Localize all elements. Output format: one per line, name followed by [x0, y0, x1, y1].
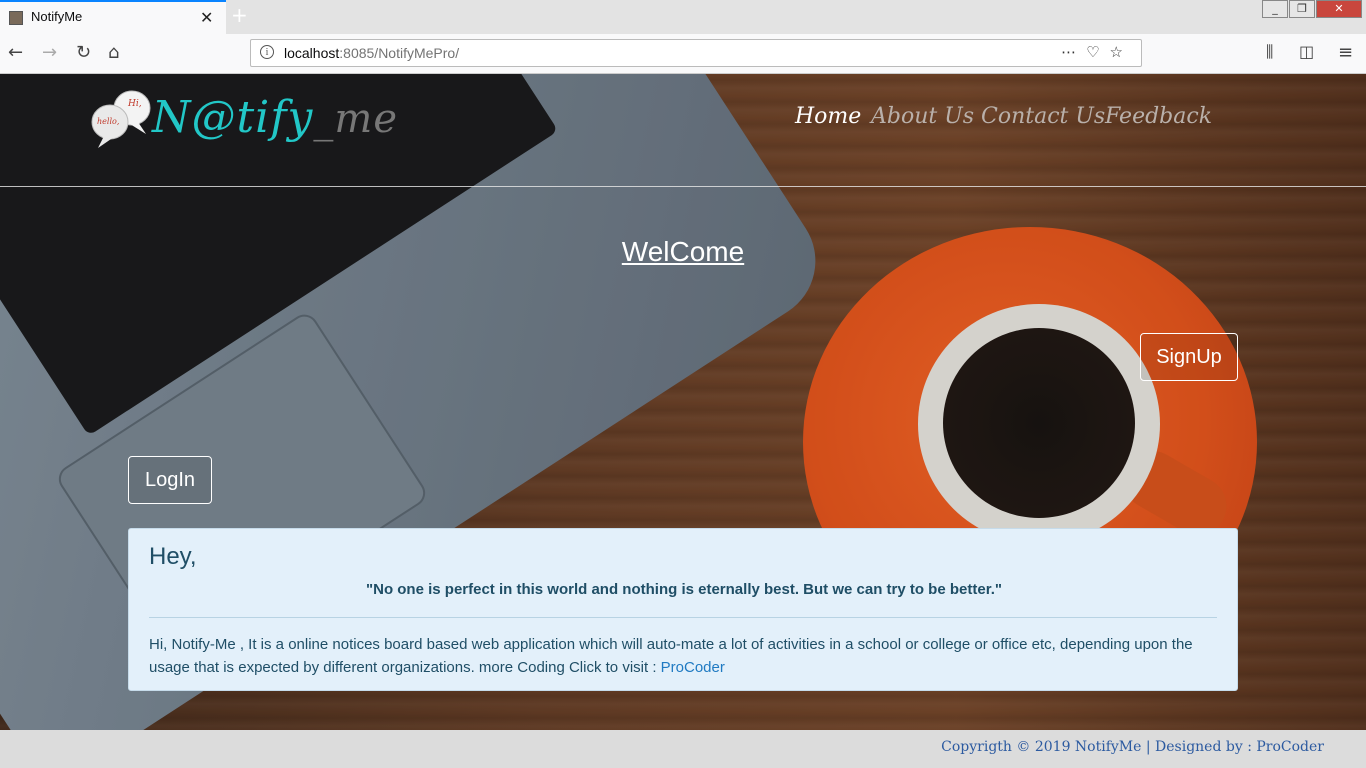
browser-tab-bar: NotifyMe ✕ + _ ❐ ✕	[0, 0, 1366, 34]
new-tab-icon[interactable]: +	[231, 3, 248, 27]
nav-feedback[interactable]: Feedback	[1105, 104, 1212, 129]
bookmark-star-icon[interactable]: ☆	[1110, 43, 1133, 61]
url-text: localhost:8085/NotifyMePro/	[284, 45, 459, 61]
card-body: Hi, Notify-Me , It is a online notices b…	[149, 633, 1219, 679]
close-tab-icon[interactable]: ✕	[200, 8, 213, 27]
browser-toolbar: ← → ↻ ⌂ i localhost:8085/NotifyMePro/ ⋯♡…	[0, 34, 1366, 74]
bubble-hi-text: Hi,	[127, 99, 142, 109]
logo-notify: N@tify	[152, 92, 314, 143]
header-divider	[0, 186, 1366, 187]
web-page: Hi, hello, N@tify_me Home About Us Conta…	[0, 74, 1366, 730]
forward-icon[interactable]: →	[42, 42, 57, 63]
library-icon[interactable]: ⫼	[1266, 42, 1273, 62]
menu-icon[interactable]: ≡	[1338, 42, 1353, 63]
restore-window-icon[interactable]: ❐	[1289, 0, 1315, 18]
minimize-window-icon[interactable]: _	[1262, 0, 1288, 18]
login-button[interactable]: LogIn	[128, 456, 212, 504]
page-actions-icon[interactable]: ⋯	[1061, 43, 1086, 61]
url-path: :8085/NotifyMePro/	[339, 45, 460, 61]
welcome-heading[interactable]: WelCome	[0, 236, 1366, 268]
nav-about-us[interactable]: About Us	[871, 104, 974, 129]
tab-title: NotifyMe	[31, 9, 83, 24]
logo-text: N@tify_me	[152, 92, 398, 143]
page-footer: Copyrigth © 2019 NotifyMe | Designed by …	[0, 730, 1366, 768]
footer-procoder-link[interactable]: ProCoder	[1256, 739, 1324, 755]
site-logo[interactable]: Hi, hello, N@tify_me	[90, 82, 397, 162]
back-icon[interactable]: ←	[8, 42, 23, 63]
close-window-icon[interactable]: ✕	[1316, 0, 1362, 18]
nav-home[interactable]: Home	[795, 104, 861, 129]
signup-button[interactable]: SignUp	[1140, 333, 1238, 381]
chat-bubbles-icon: Hi, hello,	[91, 90, 151, 148]
pocket-icon[interactable]: ♡	[1086, 43, 1109, 61]
reload-icon[interactable]: ↻	[76, 42, 91, 63]
bubble-hello-text: hello,	[97, 117, 119, 126]
card-divider	[149, 617, 1217, 618]
sidebar-icon[interactable]: ◫	[1299, 42, 1314, 61]
url-host: localhost	[284, 45, 340, 61]
home-icon[interactable]: ⌂	[108, 42, 119, 63]
card-quote: "No one is perfect in this world and not…	[366, 581, 1002, 598]
site-favicon-icon	[9, 11, 23, 25]
nav-contact-us[interactable]: Contact Us	[981, 104, 1105, 129]
logo-separator: _	[313, 96, 335, 142]
info-card: Hey, "No one is perfect in this world an…	[128, 528, 1238, 691]
card-title: Hey,	[149, 543, 197, 570]
browser-tab[interactable]: NotifyMe ✕	[0, 0, 226, 34]
footer-copyright: Copyrigth © 2019 NotifyMe | Designed by …	[941, 739, 1324, 755]
site-info-icon[interactable]: i	[260, 45, 274, 59]
url-toolbar-icons: ⋯♡☆	[1061, 43, 1133, 61]
procoder-link[interactable]: ProCoder	[661, 659, 725, 676]
logo-me: me	[334, 96, 399, 142]
address-bar[interactable]: i localhost:8085/NotifyMePro/ ⋯♡☆	[250, 39, 1142, 67]
footer-text: Copyrigth © 2019 NotifyMe | Designed by …	[941, 739, 1257, 755]
